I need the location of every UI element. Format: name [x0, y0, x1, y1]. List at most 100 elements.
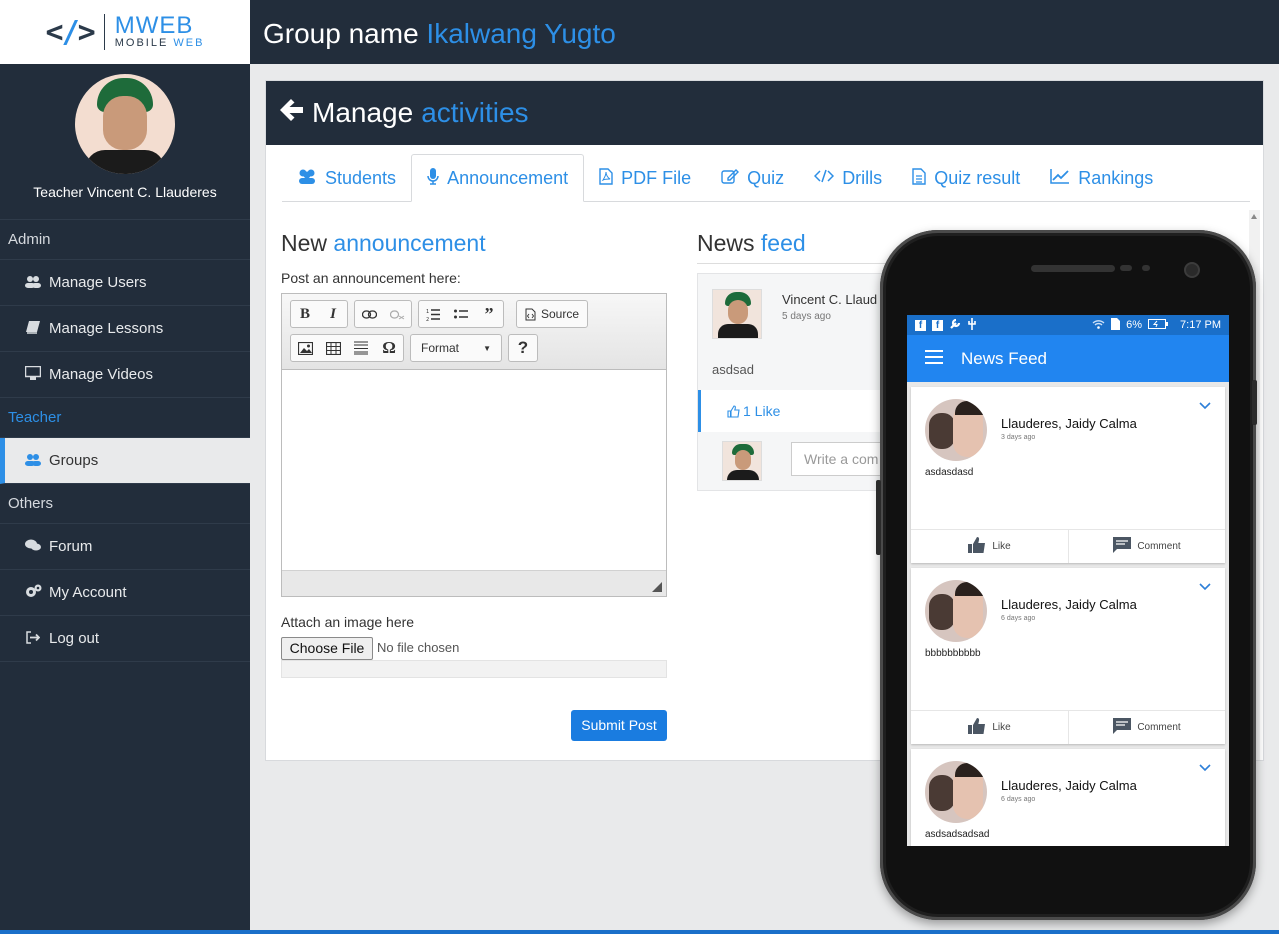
- chevron-down-icon[interactable]: [1199, 399, 1211, 413]
- choose-file-button[interactable]: Choose File: [281, 637, 373, 660]
- hamburger-menu-icon[interactable]: [925, 349, 943, 369]
- like-label: Like: [992, 541, 1011, 552]
- tab-students[interactable]: Students: [282, 154, 411, 202]
- tab-label: Announcement: [447, 167, 569, 188]
- source-label: Source: [541, 307, 580, 321]
- volume-button: [876, 480, 881, 555]
- file-text-icon: [912, 167, 926, 189]
- tab-quiz[interactable]: Quiz: [706, 154, 799, 202]
- post-author[interactable]: Llauderes, Jaidy Calma: [1001, 416, 1137, 431]
- tab-rankings[interactable]: Rankings: [1035, 154, 1168, 202]
- table-icon[interactable]: [319, 335, 347, 361]
- post-body: asdsadsadsad: [925, 829, 990, 840]
- blockquote-icon[interactable]: ”: [475, 301, 503, 327]
- sidebar-item-forum[interactable]: Forum: [0, 524, 250, 570]
- format-dropdown[interactable]: Format ▼: [410, 334, 502, 362]
- post-actions: Like Comment: [911, 529, 1225, 563]
- post-body: asdasdasd: [925, 467, 974, 478]
- logout-icon: [25, 630, 41, 647]
- editor-content-area[interactable]: [282, 370, 666, 570]
- sidebar-item-manage-videos[interactable]: Manage Videos: [0, 352, 250, 398]
- tab-label: Rankings: [1078, 167, 1154, 188]
- unlink-icon[interactable]: [383, 301, 411, 327]
- app-bar: News Feed: [907, 335, 1229, 382]
- post-body: asdsad: [712, 362, 754, 377]
- wrench-icon: [949, 318, 961, 333]
- comment-icon: [1113, 717, 1132, 738]
- back-arrow-icon[interactable]: [278, 97, 304, 130]
- tab-quiz-result[interactable]: Quiz result: [897, 154, 1035, 202]
- post-label: Post an announcement here:: [281, 270, 461, 286]
- like-button[interactable]: 1 Like: [727, 390, 780, 432]
- tab-label: PDF File: [621, 167, 692, 188]
- chevron-down-icon[interactable]: [1199, 580, 1211, 594]
- comment-button[interactable]: Comment: [1068, 711, 1225, 744]
- link-icon[interactable]: [355, 301, 383, 327]
- chevron-down-icon[interactable]: [1199, 761, 1211, 775]
- post-author[interactable]: Llauderes, Jaidy Calma: [1001, 778, 1137, 793]
- sidebar-item-label: Manage Lessons: [49, 320, 164, 337]
- comment-button[interactable]: Comment: [1068, 530, 1225, 563]
- tab-label: Drills: [842, 167, 883, 188]
- logo[interactable]: </> MWEB MOBILE WEB: [0, 0, 250, 64]
- sidebar-item-manage-lessons[interactable]: Manage Lessons: [0, 306, 250, 352]
- profile-section: Teacher Vincent C. Llauderes: [0, 74, 250, 220]
- logo-sub-a: MOBILE: [114, 37, 169, 49]
- bold-button[interactable]: B: [291, 301, 319, 327]
- submit-post-button[interactable]: Submit Post: [571, 710, 667, 741]
- panel-title-b: activities: [421, 97, 529, 128]
- post-author[interactable]: Llauderes, Jaidy Calma: [1001, 597, 1137, 612]
- post-author[interactable]: Vincent C. Llaud: [782, 292, 877, 307]
- battery-icon: [1148, 318, 1169, 332]
- svg-text:1: 1: [426, 309, 429, 315]
- rich-text-editor: B I 12 ” Source Ω Format ▼ ?: [281, 293, 667, 597]
- group-name: Ikalwang Yugto: [426, 18, 616, 49]
- tab-label: Quiz result: [934, 167, 1021, 188]
- tab-pdf-file[interactable]: PDF File: [584, 154, 706, 202]
- special-char-icon[interactable]: Ω: [375, 335, 403, 361]
- comment-label: Comment: [1137, 722, 1181, 733]
- source-icon: [525, 308, 536, 320]
- section-admin: Admin: [0, 220, 250, 260]
- sidebar-item-log-out[interactable]: Log out: [0, 616, 250, 662]
- wifi-icon: [1092, 319, 1105, 332]
- cogs-icon: [25, 584, 42, 601]
- status-bar: f f 6% 7:17 PM: [907, 315, 1229, 335]
- like-button[interactable]: Like: [911, 711, 1068, 744]
- facebook-icon: f: [915, 319, 926, 331]
- tab-drills[interactable]: Drills: [799, 154, 897, 202]
- image-icon[interactable]: [291, 335, 319, 361]
- sidebar-item-my-account[interactable]: My Account: [0, 570, 250, 616]
- logo-text: MWEB MOBILE WEB: [114, 14, 205, 50]
- monitor-icon: [24, 365, 42, 383]
- scroll-up-icon[interactable]: [1251, 214, 1257, 219]
- editor-footer: [282, 570, 666, 596]
- users-icon: [25, 275, 41, 291]
- panel-header: Manage activities: [266, 81, 1263, 145]
- sidebar-item-label: Manage Videos: [49, 366, 153, 383]
- sidebar-item-groups[interactable]: Groups: [0, 438, 250, 484]
- logo-sub-b: WEB: [173, 37, 205, 49]
- feed-card: Llauderes, Jaidy Calma 6 days ago asdsad…: [911, 749, 1225, 846]
- sidebar-item-manage-users[interactable]: Manage Users: [0, 260, 250, 306]
- help-button[interactable]: ?: [508, 334, 538, 362]
- front-camera: [1184, 262, 1200, 278]
- help-label: ?: [517, 338, 529, 357]
- bottom-strip: [0, 930, 1279, 934]
- resize-grip-icon[interactable]: [652, 582, 662, 592]
- post-time: 6 days ago: [1001, 796, 1036, 803]
- feed-card: Llauderes, Jaidy Calma 6 days ago bbbbbb…: [911, 568, 1225, 744]
- svg-text:2: 2: [426, 317, 429, 321]
- book-icon: [25, 320, 41, 337]
- tab-label: Quiz: [747, 167, 785, 188]
- italic-button[interactable]: I: [319, 301, 347, 327]
- tab-announcement[interactable]: Announcement: [411, 154, 585, 202]
- sensor: [1120, 265, 1132, 271]
- horizontal-line-icon[interactable]: [347, 335, 375, 361]
- like-button[interactable]: Like: [911, 530, 1068, 563]
- code-icon: [814, 169, 835, 187]
- numbered-list-icon[interactable]: 12: [419, 301, 447, 327]
- feed-card: Llauderes, Jaidy Calma 3 days ago asdasd…: [911, 387, 1225, 563]
- bulleted-list-icon[interactable]: [447, 301, 475, 327]
- source-button[interactable]: Source: [516, 300, 589, 328]
